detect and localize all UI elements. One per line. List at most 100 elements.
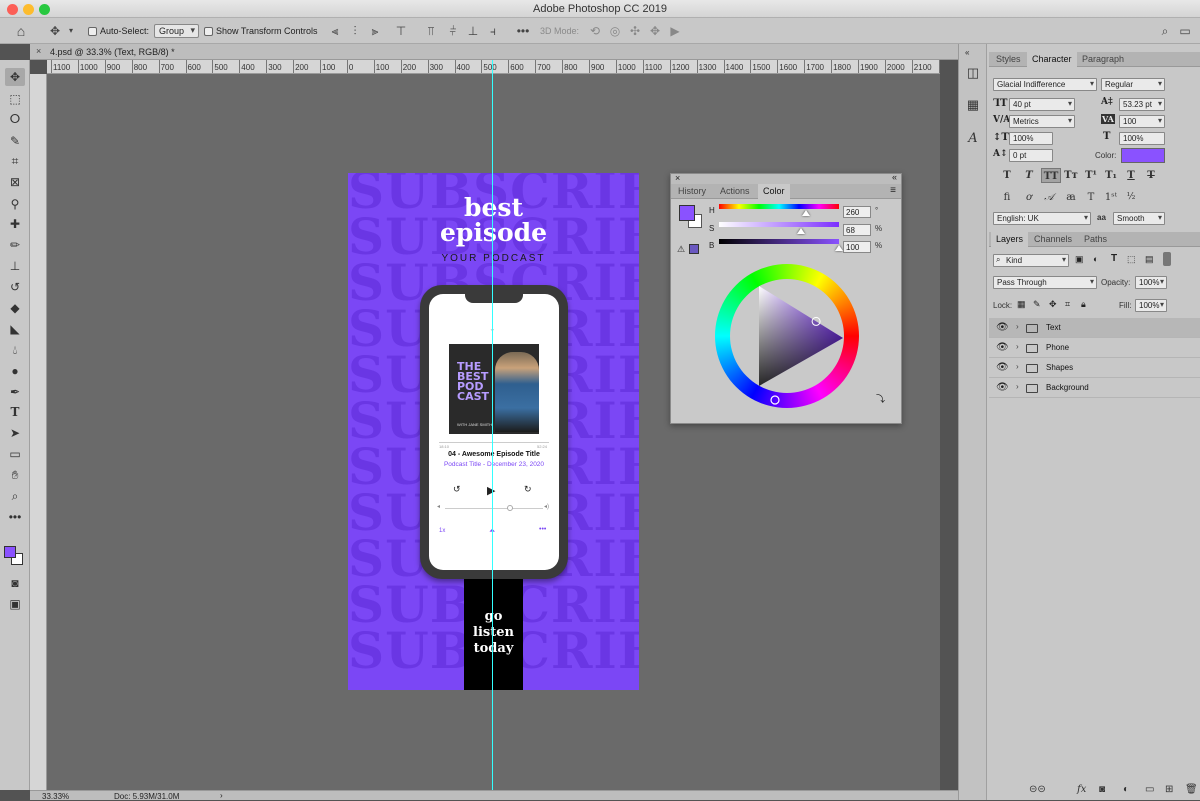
adjustment-layer-icon[interactable]: ◐ [1123,784,1129,795]
expand-chevron-icon[interactable]: › [1016,322,1019,331]
font-family-dropdown[interactable]: Glacial Indifference [993,78,1097,91]
fill-field[interactable]: 100% [1135,299,1167,312]
layer-row[interactable]: 👁︎ › Shapes [989,358,1200,378]
color-wheel[interactable] [713,262,861,410]
3d-rotate-icon[interactable]: ⟲ [588,24,602,38]
layer-row[interactable]: 👁︎ › Background [989,378,1200,398]
auto-select-value[interactable]: Group [154,24,200,38]
leading-field[interactable]: 53.23 pt [1119,98,1165,111]
zoom-tool-icon[interactable]: ⌕ [5,487,25,505]
filter-type-icon[interactable]: T [1111,253,1117,264]
tab-channels[interactable]: Channels [1029,232,1077,247]
visibility-eye-icon[interactable]: 👁︎ [996,322,1009,333]
brush-tool-icon[interactable]: ✏ [5,236,25,254]
vertical-guide[interactable] [492,60,493,790]
hand-tool-icon[interactable]: ✋︎ [5,466,25,484]
hue-slider-thumb[interactable] [801,210,810,216]
tab-color[interactable]: Color [758,184,790,199]
saturation-slider-thumb[interactable] [796,228,805,234]
layer-row[interactable]: 👁︎ › Text [989,318,1200,338]
visibility-eye-icon[interactable]: 👁︎ [996,342,1009,353]
foreground-swatch[interactable] [679,205,695,221]
filter-toggle[interactable] [1163,252,1171,266]
saturation-slider[interactable] [719,222,839,227]
expand-chevron-icon[interactable]: › [1016,362,1019,371]
path-selection-tool-icon[interactable]: ➤ [5,424,25,442]
show-transform-checkbox[interactable]: Show Transform Controls [204,22,318,40]
3d-roll-icon[interactable]: ◎ [608,24,622,38]
swash-icon[interactable]: 𝒜 [1041,190,1057,205]
lock-artboard-icon[interactable]: ⌗ [1065,299,1070,310]
edit-toolbar-icon[interactable]: ••• [5,508,25,526]
language-dropdown[interactable]: English: UK [993,212,1091,225]
lock-all-icon[interactable]: 🔒︎ [1081,299,1086,310]
tab-actions[interactable]: Actions [715,184,755,199]
subhead[interactable]: YOUR PODCAST [348,253,639,264]
filter-adjustment-icon[interactable]: ◐ [1093,254,1098,264]
tab-history[interactable]: History [673,184,711,199]
tab-styles[interactable]: Styles [991,52,1026,67]
visibility-eye-icon[interactable]: 👁︎ [996,362,1009,373]
lasso-tool-icon[interactable]: ⵔ [5,110,25,128]
delete-layer-icon[interactable]: 🗑︎ [1185,784,1198,795]
eyedropper-tool-icon[interactable]: ⚲ [5,195,25,213]
distribute-left-icon[interactable]: ⫞ [486,24,500,38]
s-value-field[interactable]: 68 [843,224,871,236]
superscript-icon[interactable]: T¹ [1083,168,1099,183]
rectangle-tool-icon[interactable]: ▭ [5,445,25,463]
3d-slide-icon[interactable]: ✥ [648,24,662,38]
ordinals-icon[interactable]: 1ˢᵗ [1103,190,1119,205]
font-size-field[interactable]: 40 pt [1009,98,1075,111]
antialias-dropdown[interactable]: Smooth [1113,212,1165,225]
faux-bold-icon[interactable]: T [999,168,1015,183]
link-layers-icon[interactable]: ⊝⊝ [1029,784,1046,795]
healing-brush-tool-icon[interactable]: ✚ [5,215,25,233]
subscript-icon[interactable]: T₁ [1103,168,1119,183]
frame-tool-icon[interactable]: ⊠ [5,173,25,191]
history-brush-tool-icon[interactable]: ↺ [5,278,25,296]
panel-menu-icon[interactable]: ≡ [890,185,896,196]
fractions-icon[interactable]: ½ [1123,190,1139,205]
glyphs-icon[interactable]: A [964,130,982,148]
old-style-icon[interactable]: ơ [1021,190,1037,205]
dodge-tool-icon[interactable]: ● [5,362,25,380]
type-tool-icon[interactable]: T [5,403,25,421]
baseline-shift-field[interactable]: 0 pt [1009,149,1053,162]
lock-position-icon[interactable]: ✥ [1049,299,1057,310]
align-center-icon[interactable]: ⫶ [348,24,362,38]
strikethrough-icon[interactable]: T [1143,168,1159,183]
artboard[interactable]: SUBSCRIBESUBSCRIBESUBSCRIBESUBSCRIBESUBS… [348,173,639,690]
ligatures-icon[interactable]: ﬁ [999,190,1015,205]
add-swatch-icon[interactable]: ⤵ [876,392,885,405]
crop-tool-icon[interactable]: ⌗ [5,152,25,170]
h-value-field[interactable]: 260 [843,206,871,218]
3d-pan-icon[interactable]: ✣ [628,24,642,38]
libraries-icon[interactable]: ◫ [964,64,982,82]
all-caps-icon[interactable]: TT [1041,168,1061,183]
panel-header[interactable]: × « [671,172,901,184]
brightness-slider-thumb[interactable] [835,245,843,251]
stylistic-alternates-icon[interactable]: ꜳ [1063,190,1079,205]
move-tool-icon[interactable]: ✥ [48,24,62,38]
clone-stamp-tool-icon[interactable]: ⊥ [5,257,25,275]
paint-bucket-tool-icon[interactable]: ◣ [5,320,25,338]
status-menu-icon[interactable]: › [220,791,223,800]
close-tab-icon[interactable]: × [36,46,41,56]
3d-camera-icon[interactable]: ▶ [668,24,682,38]
document-tab[interactable]: × 4.psd @ 33.3% (Text, RGB/8) * [30,44,958,60]
more-options-icon[interactable]: ••• [516,24,530,38]
lock-transparent-icon[interactable]: ▦ [1017,299,1026,310]
tab-character[interactable]: Character [1027,52,1077,67]
cta-bar[interactable]: go listen today [464,579,523,690]
foreground-color-swatch[interactable] [4,546,16,558]
titling-alternates-icon[interactable]: T [1083,190,1099,205]
faux-italic-icon[interactable]: T [1021,168,1037,183]
distribute-bottom-icon[interactable]: ⊥ [466,24,480,38]
tracking-field[interactable]: 100 [1119,115,1165,128]
expand-chevron-icon[interactable]: › [1016,342,1019,351]
visibility-eye-icon[interactable]: 👁︎ [996,382,1009,393]
text-color-swatch[interactable] [1121,148,1165,163]
kerning-dropdown[interactable]: Metrics [1009,115,1075,128]
tab-paragraph[interactable]: Paragraph [1077,52,1129,67]
headline[interactable]: best episode [348,195,639,245]
